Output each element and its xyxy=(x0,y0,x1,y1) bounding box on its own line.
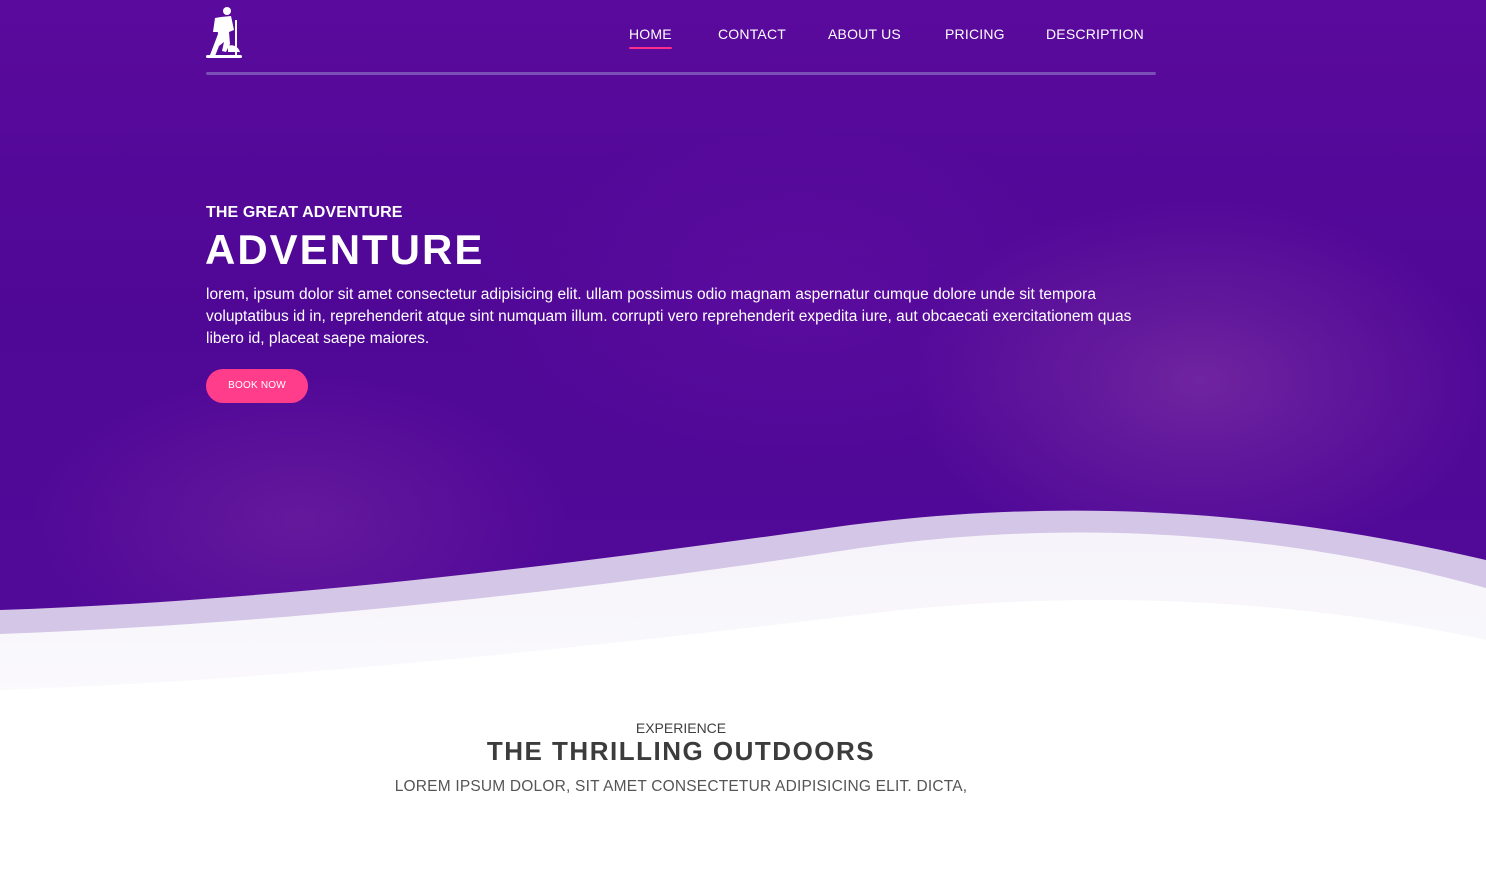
nav-contact-link[interactable]: CONTACT xyxy=(718,26,786,42)
section-subtitle: LOREM IPSUM DOLOR, SIT AMET CONSECTETUR … xyxy=(394,778,968,795)
nav-pricing-link[interactable]: PRICING xyxy=(945,26,1005,42)
section-eyebrow: EXPERIENCE xyxy=(635,720,727,736)
nav-home-link[interactable]: HOME xyxy=(629,26,672,49)
nav-about-us-link[interactable]: ABOUT US xyxy=(828,26,901,42)
hero-title: ADVENTURE xyxy=(205,226,485,273)
nav-description-link[interactable]: DESCRIPTION xyxy=(1046,26,1144,42)
nav-divider xyxy=(206,72,1156,75)
book-now-button[interactable]: BOOK NOW xyxy=(206,369,308,403)
main-nav: HOME CONTACT ABOUT US PRICING DESCRIPTIO… xyxy=(0,26,1486,50)
section-title: THE THRILLING OUTDOORS xyxy=(486,736,876,766)
hero-eyebrow: THE GREAT ADVENTURE xyxy=(206,204,403,221)
hero-description: lorem, ipsum dolor sit amet consectetur … xyxy=(206,286,1132,347)
